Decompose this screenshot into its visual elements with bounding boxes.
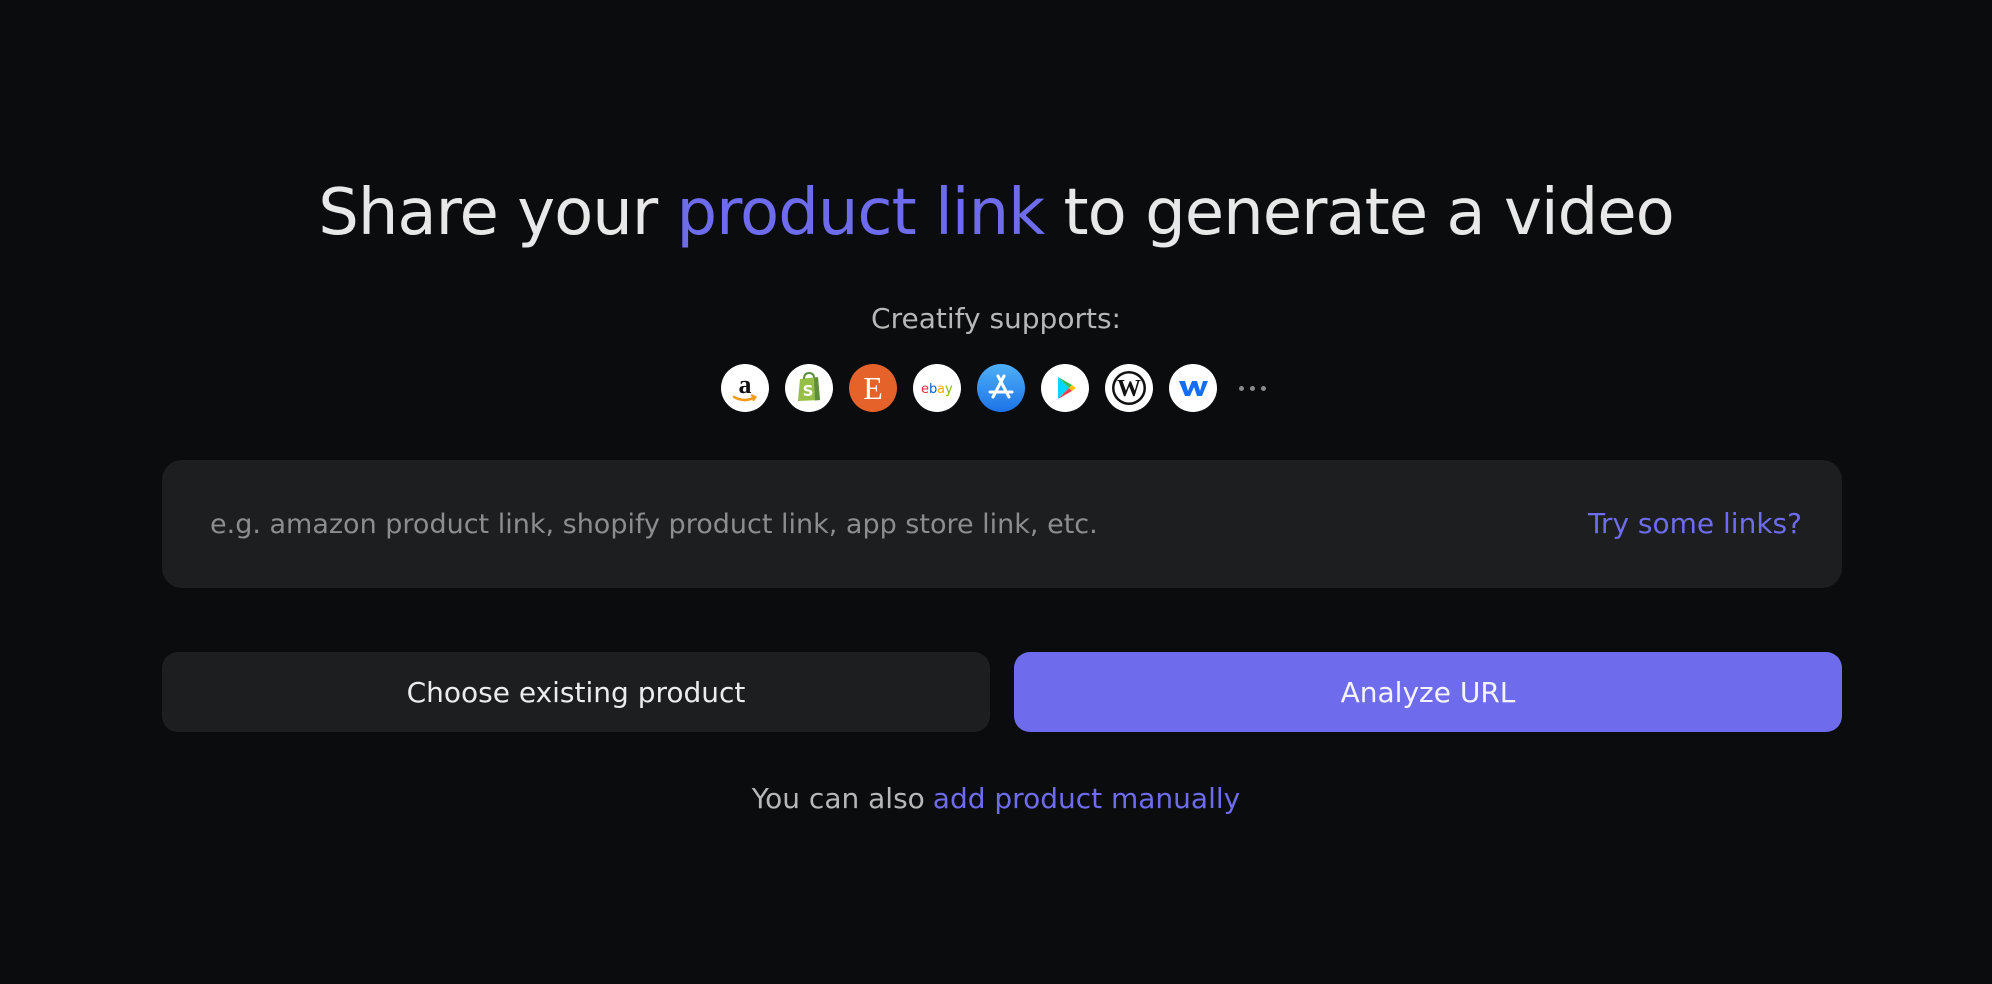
svg-text:e: e (921, 382, 929, 397)
add-product-manually-link[interactable]: add product manually (933, 782, 1240, 815)
title-text-end: to generate a video (1044, 176, 1675, 250)
supports-label: Creatify supports: (871, 302, 1121, 335)
svg-text:W: W (1117, 376, 1141, 402)
shopify-icon: S (785, 364, 833, 412)
url-input[interactable] (210, 460, 1510, 588)
platform-logos: a S E e b a y W (721, 364, 1272, 412)
svg-text:a: a (739, 370, 752, 399)
add-manually-text: You can also (751, 782, 925, 815)
webflow-icon (1169, 364, 1217, 412)
try-some-links-link[interactable]: Try some links? (1588, 460, 1802, 588)
title-text-start: Share your (318, 176, 677, 250)
amazon-icon: a (721, 364, 769, 412)
choose-existing-product-button[interactable]: Choose existing product (162, 652, 990, 732)
svg-text:y: y (945, 382, 953, 397)
svg-text:S: S (803, 382, 814, 400)
title-accent: product link (676, 176, 1046, 250)
add-manually-prompt: You can also add product manually (0, 782, 1992, 815)
etsy-icon: E (849, 364, 897, 412)
url-input-container: Try some links? (162, 460, 1842, 588)
ebay-icon: e b a y (913, 364, 961, 412)
svg-text:E: E (863, 370, 883, 406)
wordpress-icon: W (1105, 364, 1153, 412)
google-play-icon (1041, 364, 1089, 412)
page: Share your product link to generate a vi… (0, 0, 1992, 984)
svg-text:a: a (937, 382, 945, 397)
analyze-url-button[interactable]: Analyze URL (1014, 652, 1842, 732)
page-title: Share your product link to generate a vi… (0, 176, 1992, 250)
more-dots-icon (1239, 364, 1272, 412)
app-store-icon (977, 364, 1025, 412)
